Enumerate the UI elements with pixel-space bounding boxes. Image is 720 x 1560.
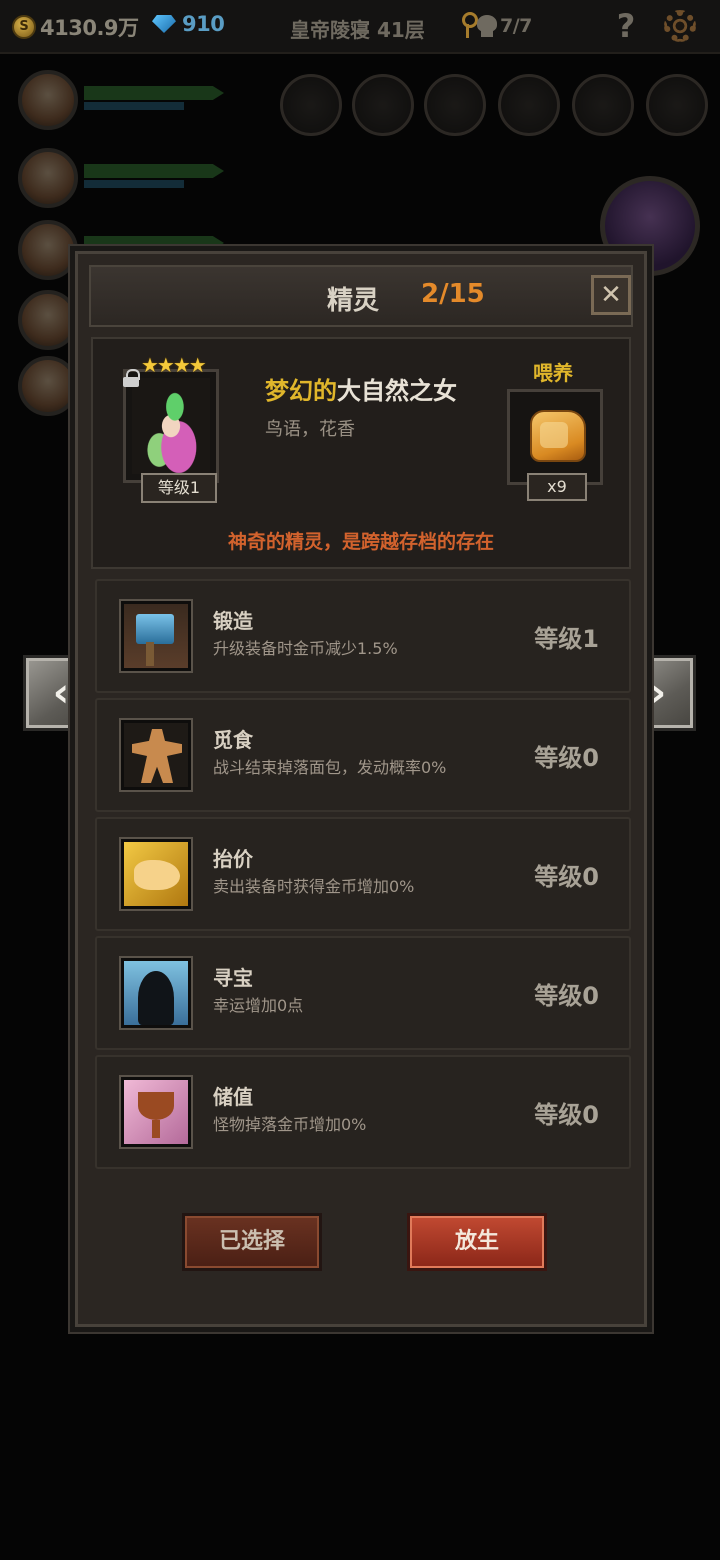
hand-icon <box>121 839 191 909</box>
skull-icon <box>476 14 498 38</box>
equipment-slot <box>646 74 708 136</box>
hp-bar <box>84 86 224 100</box>
skill-name: 储值 <box>213 1085 253 1109</box>
party-member <box>10 144 230 210</box>
dialog-title: 精灵 <box>327 286 380 316</box>
skill-level: 等级0 <box>534 863 599 891</box>
coin-icon: S <box>12 15 36 39</box>
skill-level: 等级1 <box>534 625 599 653</box>
spirit-dialog: 精灵 2/15 ✕ ★★★★ 等级1 梦幻的大自然之女 鸟语，花香 喂养 x9 … <box>70 246 652 1332</box>
bread-count: x9 <box>527 473 587 501</box>
star-rating: ★★★★ <box>141 353 207 377</box>
release-button[interactable]: 放生 <box>407 1213 547 1271</box>
party-portrait <box>18 220 78 280</box>
gem-icon <box>150 13 178 35</box>
skill-level: 等级0 <box>534 744 599 772</box>
party-portrait <box>18 290 78 350</box>
hp-bar <box>84 164 224 178</box>
equipment-slot <box>424 74 486 136</box>
equipment-slot <box>498 74 560 136</box>
skill-row-forage: 觅食 战斗结束掉落面包，发动概率0% 等级0 <box>95 698 631 812</box>
close-button[interactable]: ✕ <box>591 275 631 315</box>
lock-icon[interactable] <box>123 369 140 387</box>
equipment-slot <box>352 74 414 136</box>
skill-description: 战斗结束掉落面包，发动概率0% <box>213 758 447 777</box>
skill-row-bargain: 抬价 卖出装备时获得金币增加0% 等级0 <box>95 817 631 931</box>
skill-row-forge: 锻造 升级装备时金币减少1.5% 等级1 <box>95 579 631 693</box>
spirit-count: 2/15 <box>421 279 485 309</box>
spirit-name-main: 大自然之女 <box>337 377 457 405</box>
floor-label: 皇帝陵寝 41层 <box>290 18 425 42</box>
spirit-level-badge: 等级1 <box>141 473 217 503</box>
mp-bar <box>84 102 184 110</box>
gingerbread-icon <box>121 720 191 790</box>
bread-icon <box>530 410 586 462</box>
selected-button[interactable]: 已选择 <box>182 1213 322 1271</box>
skill-description: 怪物掉落金币增加0% <box>213 1115 367 1134</box>
party-portrait <box>18 148 78 208</box>
key-amount: 7/7 <box>500 15 532 37</box>
skill-level: 等级0 <box>534 1101 599 1129</box>
top-hud: S 4130.9万 910 皇帝陵寝 41层 7/7 ? <box>0 0 720 54</box>
key-counter: 7/7 <box>460 12 532 40</box>
skill-name: 觅食 <box>213 728 253 752</box>
spirit-name-prefix: 梦幻的 <box>265 377 337 405</box>
gem-counter: 910 <box>150 12 225 36</box>
feed-label: 喂养 <box>533 361 573 385</box>
gem-amount: 910 <box>182 12 225 36</box>
skill-level: 等级0 <box>534 982 599 1010</box>
spirit-portrait <box>132 378 210 474</box>
party-member <box>10 66 230 132</box>
skill-name: 寻宝 <box>213 966 253 990</box>
skill-name: 抬价 <box>213 847 253 871</box>
spirit-tagline: 神奇的精灵，是跨越存档的存在 <box>227 531 494 553</box>
spirit-name: 梦幻的大自然之女 <box>265 371 457 406</box>
gold-counter: S 4130.9万 <box>12 12 139 42</box>
skill-list: 锻造 升级装备时金币减少1.5% 等级1 觅食 战斗结束掉落面包，发动概率0% … <box>95 579 631 1174</box>
cup-icon <box>121 1077 191 1147</box>
gold-amount: 4130.9万 <box>40 16 139 40</box>
skill-row-treasure: 寻宝 幸运增加0点 等级0 <box>95 936 631 1050</box>
skill-row-savings: 储值 怪物掉落金币增加0% 等级0 <box>95 1055 631 1169</box>
feed-button[interactable] <box>507 389 603 485</box>
help-icon[interactable]: ? <box>612 8 640 44</box>
spirit-description: 鸟语，花香 <box>265 419 355 440</box>
skill-description: 卖出装备时获得金币增加0% <box>213 877 415 896</box>
anvil-icon <box>121 601 191 671</box>
key-icon <box>460 12 478 40</box>
equipment-slot <box>572 74 634 136</box>
silhouette-icon <box>121 958 191 1028</box>
skill-name: 锻造 <box>213 609 253 633</box>
equipment-slot <box>280 74 342 136</box>
party-portrait <box>18 70 78 130</box>
mp-bar <box>84 180 184 188</box>
gear-icon[interactable] <box>664 10 696 42</box>
spirit-info-panel: ★★★★ 等级1 梦幻的大自然之女 鸟语，花香 喂养 x9 神奇的精灵，是跨越存… <box>91 337 631 569</box>
skill-description: 升级装备时金币减少1.5% <box>213 639 398 658</box>
party-portrait <box>18 356 78 416</box>
skill-description: 幸运增加0点 <box>213 996 304 1015</box>
dialog-header: 精灵 2/15 ✕ <box>89 265 633 327</box>
